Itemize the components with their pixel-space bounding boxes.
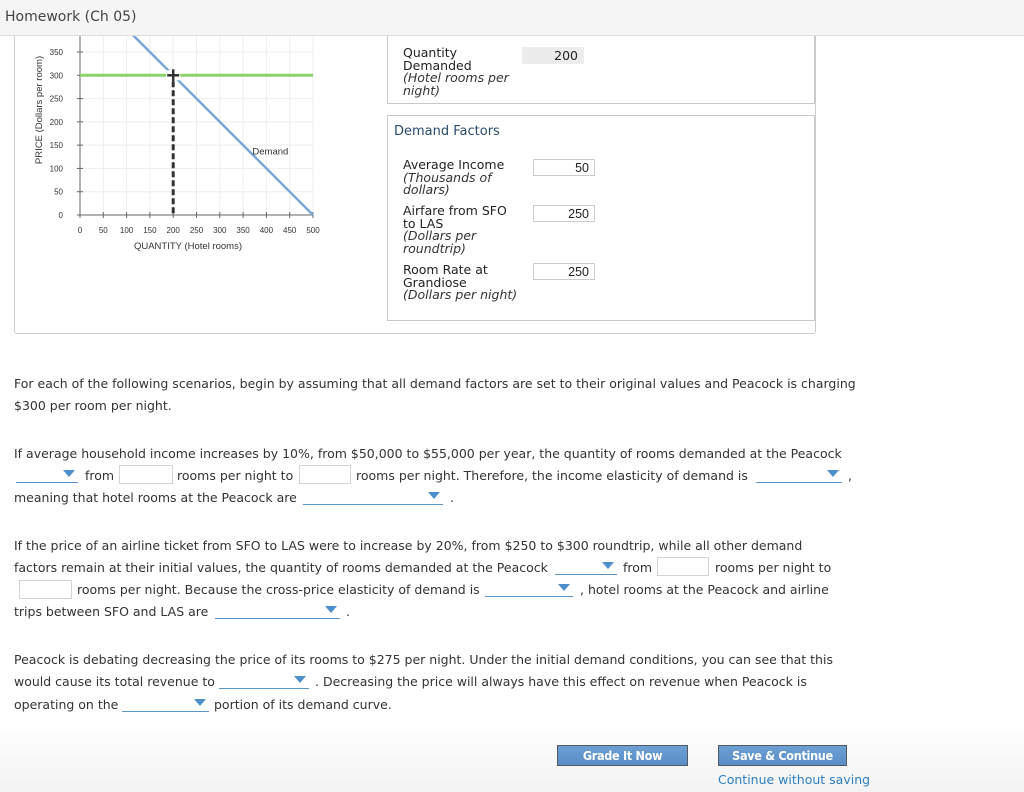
q3-line-3a: operating on the — [14, 697, 119, 712]
chevron-down-icon — [602, 562, 614, 569]
q1-after-text: rooms per night. Therefore, the income e… — [356, 468, 748, 483]
chevron-down-icon — [428, 492, 440, 499]
x-tick-label: 350 — [236, 226, 250, 235]
demand-factors-box: Demand Factors Average Income (Thousands… — [387, 115, 815, 321]
y-tick-label: 50 — [54, 188, 63, 197]
q1-line-1: If average household income increases by… — [14, 446, 842, 461]
x-tick-label: 0 — [78, 226, 83, 235]
y-tick-label: 300 — [50, 71, 64, 80]
factor-grandiose-rate-label: Room Rate at Grandiose (Dollars per nigh… — [403, 262, 518, 302]
q2-line-3a: rooms per night. Because the cross-price… — [77, 582, 480, 597]
demand-chart[interactable]: 0 50 100 150 200 250 300 350 400 450 500 0 50 100 150 2… — [0, 36, 380, 266]
demand-curve-label: Demand — [252, 146, 288, 157]
top-bar: Homework (Ch 05) — [0, 0, 1024, 36]
x-tick-label: 500 — [306, 226, 320, 235]
factor-average-income-label: Average Income (Thousands of dollars) — [403, 157, 505, 197]
y-tick-label: 150 — [50, 141, 64, 150]
intro-line-2: $300 per room per night. — [14, 398, 172, 413]
q3-line-1: Peacock is debating decreasing the price… — [14, 652, 833, 667]
q3-revenue-change-dropdown[interactable] — [219, 672, 309, 689]
y-axis-label: PRICE (Dollars per room) — [34, 56, 45, 164]
y-tick-label: 250 — [50, 95, 64, 104]
chevron-down-icon — [827, 470, 839, 477]
q3-demand-portion-dropdown[interactable] — [122, 695, 209, 712]
assignment-title: Homework (Ch 05) — [5, 9, 137, 25]
q2-relationship-dropdown[interactable] — [215, 602, 340, 619]
y-tick-label: 100 — [50, 164, 64, 173]
x-axis-label: QUANTITY (Hotel rooms) — [134, 241, 242, 252]
chart-axes — [77, 36, 314, 218]
chart-grid — [79, 36, 314, 216]
q1-period: . — [450, 490, 454, 505]
q2-line-4: trips between SFO and LAS are — [14, 604, 209, 619]
grade-it-now-button[interactable]: Grade It Now — [557, 745, 688, 766]
x-tick-label: 250 — [190, 226, 204, 235]
x-tick-label: 150 — [143, 226, 157, 235]
q2-quantity-change-dropdown[interactable] — [555, 558, 617, 575]
average-income-input[interactable] — [533, 159, 595, 176]
chevron-down-icon — [63, 470, 75, 477]
y-tick-label: 0 — [59, 211, 64, 220]
q1-good-type-dropdown[interactable] — [303, 488, 443, 505]
x-tick-label: 300 — [213, 226, 227, 235]
y-tick-label: 350 — [50, 48, 64, 57]
q1-line-3: meaning that hotel rooms at the Peacock … — [14, 490, 297, 505]
q2-from-input[interactable] — [657, 557, 709, 576]
quantity-demanded-box: Quantity Demanded (Hotel rooms per night… — [387, 36, 815, 104]
x-tick-label: 400 — [260, 226, 274, 235]
q2-line-2a: factors remain at their initial values, … — [14, 560, 548, 575]
chevron-down-icon — [558, 584, 570, 591]
x-tick-label: 100 — [120, 226, 134, 235]
chevron-down-icon — [294, 676, 306, 683]
q1-to-input[interactable] — [299, 465, 351, 484]
q3-line-3b: portion of its demand curve. — [214, 697, 392, 712]
y-tick-label: 200 — [50, 118, 64, 127]
demand-factors-title: Demand Factors — [394, 124, 500, 139]
q1-quantity-change-dropdown[interactable] — [16, 466, 78, 483]
continue-without-saving-link[interactable]: Continue without saving — [718, 772, 870, 787]
q3-line-2b: . Decreasing the price will always have … — [315, 674, 807, 689]
x-tick-label: 200 — [167, 226, 181, 235]
q3-line-2a: would cause its total revenue to — [14, 674, 215, 689]
q2-to-input[interactable] — [19, 580, 72, 599]
airfare-input[interactable] — [533, 205, 595, 222]
x-tick-label: 450 — [283, 226, 297, 235]
q2-line-1: If the price of an airline ticket from S… — [14, 538, 803, 553]
chevron-down-icon — [325, 606, 337, 613]
chevron-down-icon — [194, 699, 206, 706]
q2-line-3b: , hotel rooms at the Peacock and airline — [580, 582, 829, 597]
quantity-demanded-label: Quantity Demanded (Hotel rooms per night… — [403, 45, 509, 98]
save-continue-button[interactable]: Save & Continue — [718, 745, 847, 766]
q1-from-input[interactable] — [119, 465, 173, 484]
q1-from-text: from — [85, 468, 115, 483]
q1-mid-text: rooms per night to — [177, 468, 294, 483]
q2-from-text: from — [623, 560, 653, 575]
q1-income-elasticity-dropdown[interactable] — [756, 466, 842, 483]
intro-line-1: For each of the following scenarios, beg… — [14, 376, 856, 391]
quantity-demanded-unit: (Hotel rooms per night) — [403, 70, 509, 98]
quantity-demanded-value: 200 — [522, 47, 584, 64]
x-tick-label: 50 — [99, 226, 108, 235]
footer-bar — [0, 720, 1024, 792]
q2-cross-elasticity-dropdown[interactable] — [485, 580, 573, 597]
q2-line-2b: rooms per night to — [715, 560, 832, 575]
q2-period: . — [346, 604, 350, 619]
grandiose-rate-input[interactable] — [533, 263, 595, 280]
q1-comma: , — [848, 468, 852, 483]
factor-airfare-label: Airfare from SFO to LAS (Dollars per rou… — [403, 203, 507, 256]
